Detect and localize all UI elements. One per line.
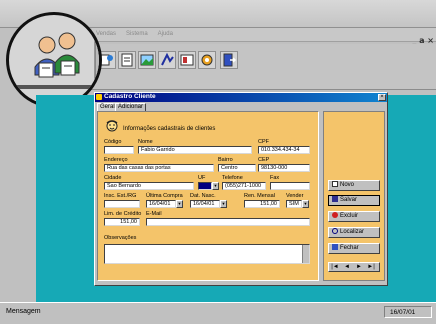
vender-select[interactable]: SIM	[286, 200, 302, 208]
menu-item[interactable]: Vendas	[92, 28, 120, 37]
codigo-field[interactable]	[104, 146, 134, 154]
cpf-label: CPF	[258, 139, 269, 145]
chevron-down-icon[interactable]: ▼	[302, 200, 309, 208]
cpf-field[interactable]: 010.334.434-34	[258, 146, 310, 154]
customer-icon	[104, 120, 122, 134]
excluir-button[interactable]: Excluir	[328, 211, 380, 222]
insc-field[interactable]	[104, 200, 140, 208]
nome-label: Nome	[138, 139, 153, 145]
status-bar	[0, 302, 436, 324]
new-document-icon	[332, 181, 338, 187]
first-record-icon[interactable]: |◄	[330, 262, 340, 272]
fax-label: Fax	[270, 175, 280, 181]
telefone-label: Telefone	[222, 175, 243, 181]
delete-icon	[332, 212, 338, 218]
codigo-label: Código	[104, 139, 122, 145]
localizar-label: Localizar	[340, 229, 365, 235]
vender-label: Vender	[286, 193, 304, 199]
insc-label: Insc. Est./RG	[104, 193, 137, 199]
section-title: Informações cadastrais de clientes	[123, 126, 216, 132]
tab-adicionar[interactable]: Adicionar	[115, 103, 147, 111]
status-message: Mensagem	[6, 308, 41, 315]
salvar-button[interactable]: Salvar	[328, 195, 380, 206]
dat-nasc-label: Dat. Nasc.	[190, 193, 216, 199]
email-label: E-Mail	[146, 211, 162, 217]
excluir-label: Excluir	[340, 213, 359, 219]
endereco-label: Endereço	[104, 157, 128, 163]
status-date: 16/07/01	[390, 309, 416, 316]
cep-label: CEP	[258, 157, 270, 163]
lim-credito-label: Lim. de Crédito	[104, 211, 142, 217]
save-icon	[332, 196, 338, 202]
novo-label: Novo	[340, 182, 355, 188]
report-icon[interactable]	[178, 51, 196, 69]
salvar-label: Salvar	[340, 197, 358, 203]
email-field[interactable]	[146, 218, 310, 226]
cidade-field[interactable]: Sao Bernardo	[104, 182, 194, 190]
chart-icon[interactable]	[158, 51, 176, 69]
magnifier-callout	[6, 12, 102, 108]
dialog-app-icon	[96, 94, 102, 100]
ultima-compra-field[interactable]: 16/04/01	[146, 200, 176, 208]
menu-item[interactable]: Sistema	[122, 28, 152, 37]
nome-field[interactable]: Fabio Garrido	[138, 146, 252, 154]
localizar-button[interactable]: Localizar	[328, 227, 380, 238]
bairro-label: Bairro	[218, 157, 233, 163]
uf-select[interactable]	[198, 182, 212, 190]
fax-field[interactable]	[270, 182, 310, 190]
next-record-icon[interactable]: ►	[354, 262, 364, 272]
ultima-compra-label: Última Compra	[146, 193, 183, 199]
fechar-label: Fechar	[340, 245, 359, 251]
fechar-button[interactable]: Fechar	[328, 243, 380, 254]
endereco-field[interactable]: Rua das casas das portas	[104, 164, 214, 172]
ren-mensal-field[interactable]: 151,00	[244, 200, 280, 208]
lim-credito-field[interactable]: 151,00	[104, 218, 140, 226]
cep-field[interactable]: 98130-000	[258, 164, 310, 172]
bairro-field[interactable]: Centro	[218, 164, 256, 172]
novo-button[interactable]: Novo	[328, 180, 380, 191]
chevron-down-icon[interactable]: ▼	[220, 200, 227, 208]
close-icon[interactable]: ×	[378, 94, 386, 101]
uf-label: UF	[198, 175, 206, 181]
dat-nasc-field[interactable]: 16/04/01	[190, 200, 220, 208]
search-icon	[332, 228, 338, 234]
exit-icon[interactable]	[220, 51, 238, 69]
chevron-down-icon[interactable]: ▼	[176, 200, 183, 208]
telefone-field[interactable]: (055)271-1000	[222, 182, 266, 190]
observacoes-label: Observações	[104, 235, 137, 241]
menu-item[interactable]: Ajuda	[154, 28, 177, 37]
last-record-icon[interactable]: ►|	[366, 262, 376, 272]
ren-mensal-label: Ren. Mensal	[244, 193, 275, 199]
menu-bar: Vendas Sistema Ajuda	[92, 28, 436, 42]
settings-icon[interactable]	[198, 51, 216, 69]
observacoes-textarea[interactable]	[104, 244, 310, 264]
dialog-title: Cadastro Cliente	[104, 93, 156, 100]
prev-record-icon[interactable]: ◄	[342, 262, 352, 272]
document-icon[interactable]	[118, 51, 136, 69]
chevron-down-icon[interactable]: ▼	[212, 182, 219, 190]
image-icon[interactable]	[138, 51, 156, 69]
close-door-icon	[332, 244, 338, 250]
scrollbar[interactable]	[302, 245, 309, 263]
cidade-label: Cidade	[104, 175, 122, 181]
